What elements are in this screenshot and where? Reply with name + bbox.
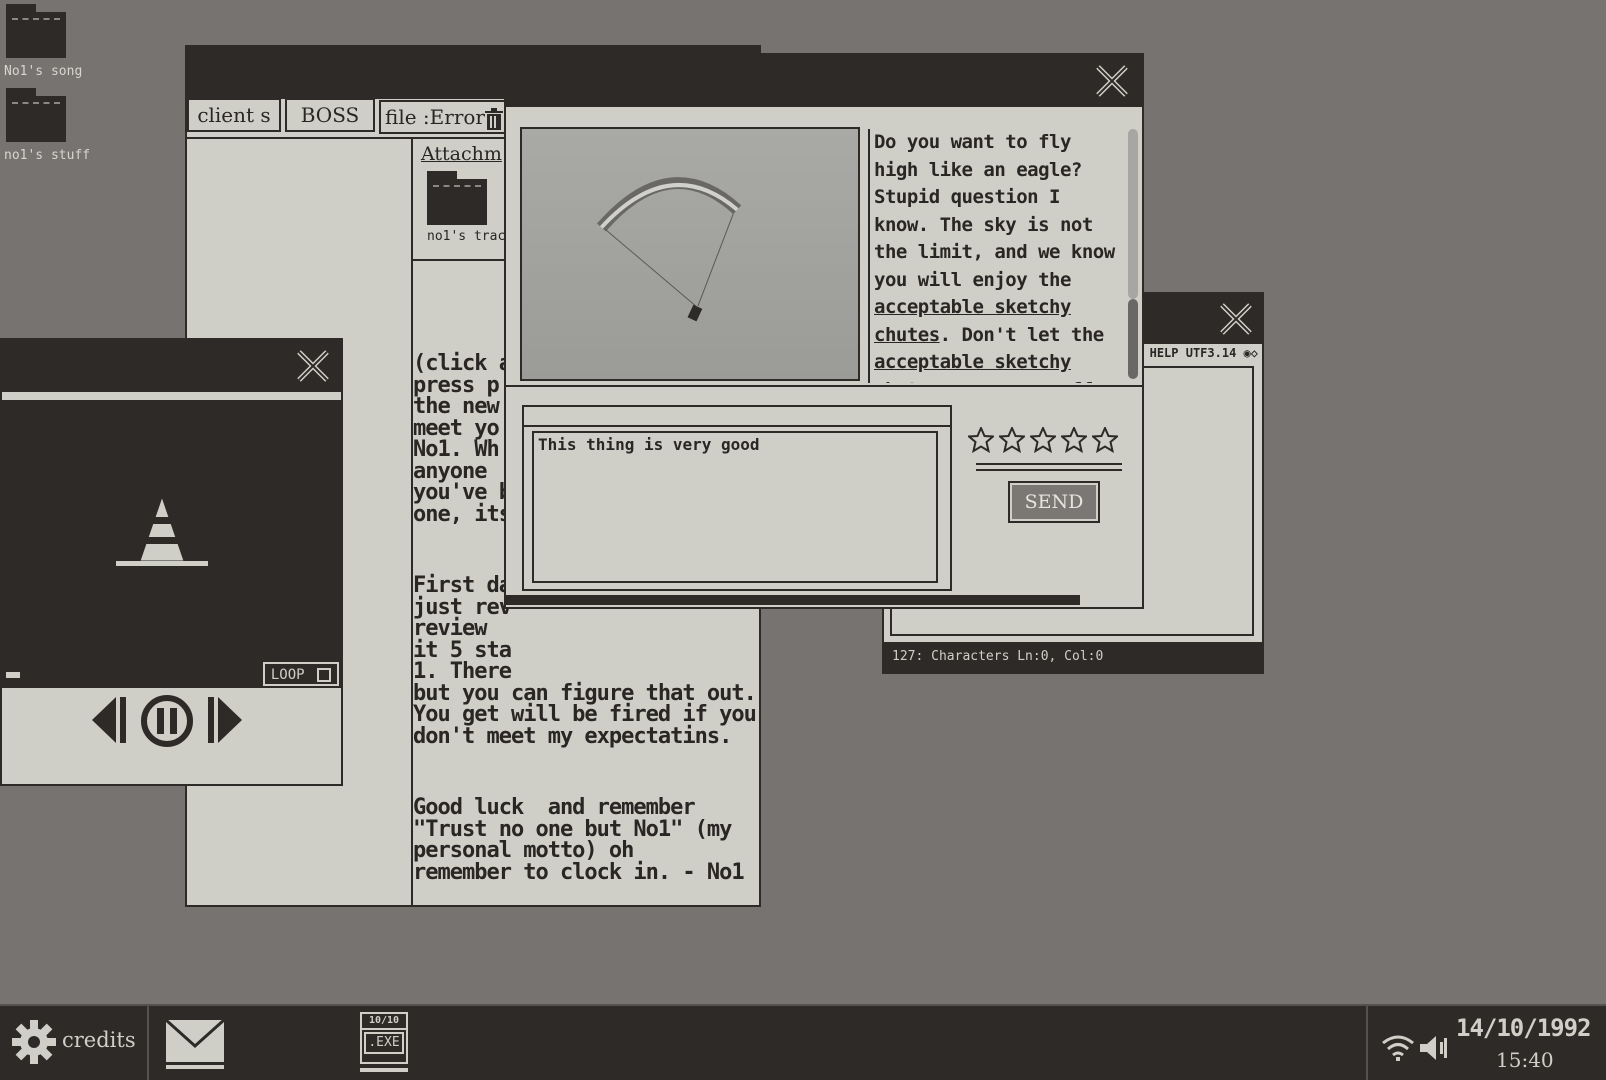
loop-label: LOOP (270, 667, 305, 683)
pause-icon (141, 695, 193, 747)
tab-file-label: file :Error (385, 105, 485, 129)
review-window: Do you want to fly high like an eagle? S… (504, 53, 1144, 609)
review-input-text: This thing is very good (538, 435, 760, 454)
prev-button[interactable] (90, 695, 128, 745)
gear-icon (12, 1020, 56, 1064)
next-button[interactable] (206, 695, 244, 745)
status-text: 127: Characters Ln:0, Col:0 (892, 649, 1104, 664)
clock-date[interactable]: 14/10/1992 (1456, 1014, 1591, 1042)
editor-close-button[interactable] (1216, 299, 1256, 339)
media-close-button[interactable] (293, 346, 333, 386)
rating-underline (976, 463, 1122, 471)
exe-label: .EXE (364, 1032, 404, 1054)
tab-clients[interactable]: client s (187, 98, 281, 132)
envelope-icon (164, 1018, 226, 1069)
folder-icon (427, 171, 487, 225)
review-input-frame: This thing is very good (522, 405, 952, 591)
exe-icon: 10/10 .EXE (360, 1012, 408, 1064)
clock-time: 15:40 (1496, 1048, 1554, 1072)
review-input[interactable]: This thing is very good (532, 431, 938, 583)
next-icon (208, 697, 242, 743)
exe-button[interactable]: 10/10 .EXE (360, 1012, 412, 1074)
editor-menu[interactable]: HELP UTF3.14 ◉◇ (1150, 346, 1258, 360)
send-button[interactable]: SEND (1008, 481, 1100, 523)
editor-status-bar: 127: Characters Ln:0, Col:0 (884, 642, 1262, 672)
review-titlebar[interactable] (506, 55, 1142, 107)
product-image (520, 127, 860, 381)
close-icon (1220, 303, 1252, 335)
checkbox-icon (317, 668, 331, 682)
traffic-cone-icon (112, 495, 212, 571)
desktop-icon-no1-stuff[interactable]: no1's stuff (4, 88, 90, 168)
star-icon[interactable] (999, 427, 1025, 453)
review-section-divider (506, 385, 1142, 387)
folder-icon (6, 4, 66, 58)
description-text-segment: scare you off (940, 379, 1094, 384)
taskbar: credits 10/10 .EXE 14/10/1992 15:40 (0, 1004, 1606, 1080)
send-label: SEND (1024, 491, 1084, 513)
wifi-icon[interactable] (1380, 1032, 1416, 1062)
star-icon[interactable] (1092, 427, 1118, 453)
star-icon[interactable] (1030, 427, 1056, 453)
review-close-button[interactable] (1092, 61, 1132, 101)
close-icon (1096, 65, 1128, 97)
credits-button[interactable]: credits (10, 1018, 138, 1068)
description-text-segment: Do you want to fly high like an eagle? S… (874, 131, 1115, 291)
media-player-window: LOOP (0, 338, 343, 786)
progress-bar (506, 595, 1080, 605)
star-icon[interactable] (968, 427, 994, 453)
desktop-icon-no1-song[interactable]: No1's song (4, 4, 84, 84)
media-titlebar[interactable] (2, 340, 341, 392)
exe-top-label: 10/10 (362, 1014, 406, 1030)
mail-paragraph: Good luck and remember "Trust no one but… (413, 795, 745, 885)
paraglider-illustration (596, 177, 742, 322)
scrollbar[interactable] (1126, 129, 1138, 379)
editor-menu-label: HELP UTF3.14 (1149, 346, 1237, 360)
volume-icon[interactable] (1418, 1034, 1448, 1062)
attachment-label: no1's track (427, 229, 514, 244)
product-description-text: Do you want to fly high like an eagle? S… (874, 129, 1120, 383)
star-rating[interactable] (968, 427, 1138, 457)
video-area[interactable]: LOOP (2, 400, 341, 688)
product-description: Do you want to fly high like an eagle? S… (868, 129, 1120, 383)
trash-icon[interactable] (483, 107, 505, 131)
previous-icon (92, 697, 126, 743)
description-text-segment: . Don't let the (939, 323, 1105, 346)
desktop-icon-label: No1's song (4, 64, 83, 79)
seek-handle[interactable] (6, 672, 20, 678)
globe-icon: ◉◇ (1243, 346, 1258, 360)
pause-button[interactable] (140, 694, 194, 748)
star-icon[interactable] (1061, 427, 1087, 453)
loop-toggle[interactable]: LOOP (262, 662, 339, 686)
close-icon (297, 350, 329, 382)
desktop-icon-label: no1's stuff (4, 148, 91, 163)
mail-button[interactable] (164, 1018, 226, 1070)
tab-boss[interactable]: BOSS (285, 98, 375, 132)
credits-label: credits (62, 1028, 136, 1052)
folder-icon (6, 88, 66, 142)
scrollbar-thumb[interactable] (1128, 129, 1138, 299)
taskbar-separator (1366, 1006, 1368, 1080)
attachments-label: Attachm (421, 143, 502, 165)
taskbar-separator (147, 1006, 149, 1080)
